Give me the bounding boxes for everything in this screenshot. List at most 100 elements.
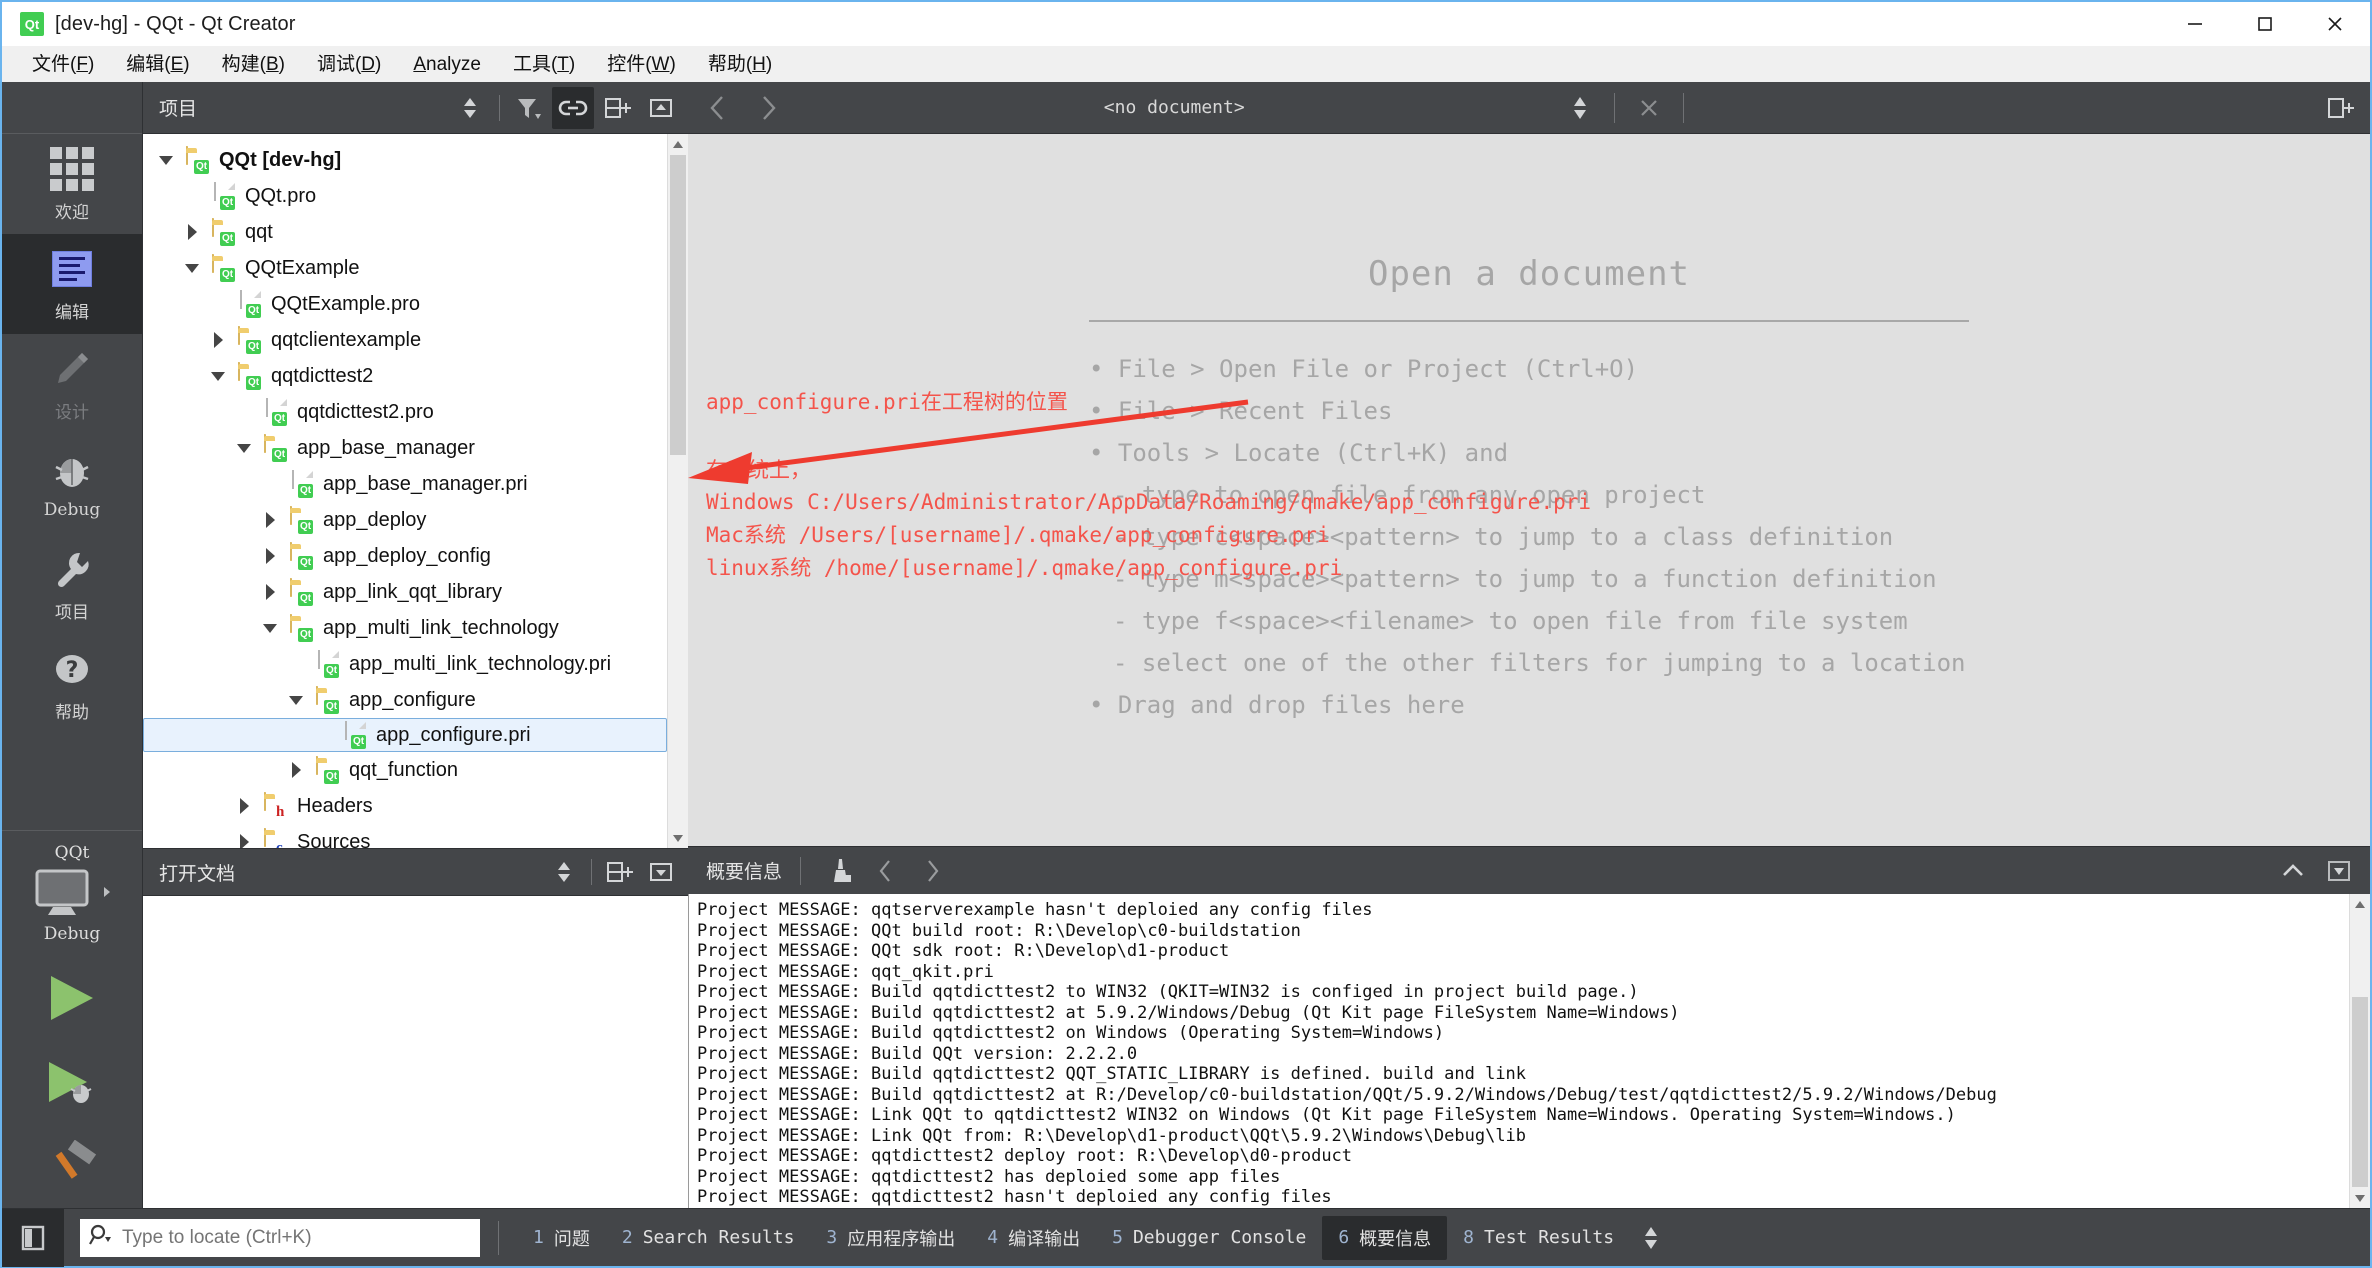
- scroll-thumb[interactable]: [2352, 997, 2368, 1187]
- scroll-up-icon[interactable]: [2350, 894, 2370, 915]
- tree-item[interactable]: Qt app_link_qqt_library: [143, 574, 667, 610]
- combo-arrows-icon[interactable]: [1630, 1217, 1672, 1259]
- tree-item[interactable]: Qt app_configure: [143, 682, 667, 718]
- kit-expand-arrow-icon[interactable]: [101, 885, 113, 904]
- open-documents-list[interactable]: [143, 896, 688, 1208]
- tree-item[interactable]: Qt QQt.pro: [143, 178, 667, 214]
- mode-item-projects[interactable]: 项目: [2, 534, 142, 634]
- split-icon[interactable]: [598, 851, 640, 893]
- split-icon[interactable]: [2316, 86, 2364, 130]
- menu-item-6[interactable]: 工具(T): [499, 49, 589, 80]
- minimize-icon[interactable]: [2160, 2, 2230, 46]
- forward-arrow-icon[interactable]: [744, 86, 792, 130]
- scroll-thumb[interactable]: [670, 155, 686, 455]
- debug-run-button[interactable]: [2, 1040, 142, 1124]
- chevron-right-icon[interactable]: [205, 327, 231, 353]
- tree-item[interactable]: Qt qqtdicttest2: [143, 358, 667, 394]
- sidebar-toggle-icon[interactable]: [2, 1208, 64, 1267]
- kit-selector[interactable]: QQt Debug: [2, 831, 142, 956]
- output-tab-2[interactable]: 2 Search Results: [606, 1218, 811, 1257]
- mode-item-welcome[interactable]: 欢迎: [2, 134, 142, 234]
- combo-arrows-icon[interactable]: [449, 87, 491, 129]
- chevron-right-icon[interactable]: [231, 829, 257, 848]
- tree-item[interactable]: Qt app_multi_link_technology.pri: [143, 646, 667, 682]
- chevron-right-icon[interactable]: [283, 757, 309, 783]
- close-icon[interactable]: [1625, 86, 1673, 130]
- clear-broom-icon[interactable]: [819, 850, 861, 892]
- menu-item-4[interactable]: 调试(D): [303, 49, 395, 80]
- tree-item[interactable]: Qt app_base_manager.pri: [143, 466, 667, 502]
- locator-box[interactable]: [80, 1218, 480, 1257]
- chevron-down-icon[interactable]: [153, 147, 179, 173]
- menu-item-8[interactable]: 帮助(H): [694, 49, 786, 80]
- tree-item[interactable]: Qt app_base_manager: [143, 430, 667, 466]
- search-input[interactable]: [122, 1226, 472, 1249]
- close-icon[interactable]: [2300, 2, 2370, 46]
- combo-arrows-icon[interactable]: [543, 851, 585, 893]
- maximize-icon[interactable]: [2230, 2, 2300, 46]
- split-icon[interactable]: [596, 87, 638, 129]
- prev-item-icon[interactable]: [865, 850, 907, 892]
- scroll-track[interactable]: [668, 155, 688, 827]
- chevron-right-icon[interactable]: [257, 579, 283, 605]
- chevron-right-icon[interactable]: [179, 219, 205, 245]
- editor-placeholder-area[interactable]: Open a document • File > Open File or Pr…: [688, 134, 2370, 846]
- menu-item-1[interactable]: 文件(F): [18, 49, 108, 80]
- console-scrollbar[interactable]: [2349, 894, 2370, 1208]
- tree-item[interactable]: Qt qqt: [143, 214, 667, 250]
- combo-arrows-icon[interactable]: [1556, 86, 1604, 130]
- chevron-right-icon[interactable]: [257, 543, 283, 569]
- output-tab-1[interactable]: 1 问题: [517, 1216, 606, 1260]
- tree-item[interactable]: Qt app_deploy: [143, 502, 667, 538]
- tree-item[interactable]: Qt qqtclientexample: [143, 322, 667, 358]
- menu-item-5[interactable]: Analyze: [399, 49, 495, 80]
- next-item-icon[interactable]: [911, 850, 953, 892]
- chevron-right-icon[interactable]: [257, 507, 283, 533]
- chevron-down-icon[interactable]: [257, 615, 283, 641]
- tree-item[interactable]: Qt app_deploy_config: [143, 538, 667, 574]
- tree-scrollbar[interactable]: [667, 134, 688, 848]
- mode-item-debug[interactable]: Debug: [2, 434, 142, 534]
- tree-item[interactable]: h Headers: [143, 788, 667, 824]
- tree-item[interactable]: Qt qqt_function: [143, 752, 667, 788]
- tree-item[interactable]: Qt QQtExample: [143, 250, 667, 286]
- chevron-down-icon[interactable]: [231, 435, 257, 461]
- scroll-track[interactable]: [2350, 915, 2370, 1187]
- filter-icon[interactable]: [508, 87, 550, 129]
- output-tab-5[interactable]: 5 Debugger Console: [1096, 1218, 1322, 1257]
- output-tab-4[interactable]: 4 编译输出: [971, 1216, 1096, 1260]
- scroll-down-icon[interactable]: [2350, 1187, 2370, 1208]
- build-button[interactable]: [2, 1124, 142, 1208]
- tree-item[interactable]: Qt app_multi_link_technology: [143, 610, 667, 646]
- output-tab-8[interactable]: 8 Test Results: [1447, 1218, 1630, 1257]
- output-tab-3[interactable]: 3 应用程序输出: [810, 1216, 971, 1260]
- tree-item[interactable]: c Sources: [143, 824, 667, 848]
- maximize-pane-icon[interactable]: [2318, 850, 2360, 892]
- menu-item-2[interactable]: 编辑(E): [112, 49, 203, 80]
- tree-item[interactable]: Qt QQtExample.pro: [143, 286, 667, 322]
- back-arrow-icon[interactable]: [694, 86, 742, 130]
- mode-item-help[interactable]: ? 帮助: [2, 634, 142, 734]
- close-split-icon[interactable]: [640, 851, 682, 893]
- run-button[interactable]: [2, 956, 142, 1040]
- tree-item-selected[interactable]: Qt app_configure.pri: [143, 718, 667, 752]
- tree-item[interactable]: Qt qqtdicttest2.pro: [143, 394, 667, 430]
- chevron-down-icon[interactable]: [283, 687, 309, 713]
- scroll-up-icon[interactable]: [668, 134, 688, 155]
- close-split-icon[interactable]: [640, 87, 682, 129]
- mode-item-design[interactable]: 设计: [2, 334, 142, 434]
- collapse-icon[interactable]: [2272, 850, 2314, 892]
- output-console[interactable]: Project MESSAGE: qqtserverexample hasn't…: [688, 894, 2370, 1208]
- output-tab-6[interactable]: 6 概要信息: [1322, 1215, 1448, 1260]
- scroll-down-icon[interactable]: [668, 827, 688, 848]
- project-tree[interactable]: Qt QQt [dev-hg] Qt QQt.pro Qt qqt Qt QQtExample…: [143, 134, 688, 848]
- chevron-down-icon[interactable]: [179, 255, 205, 281]
- chevron-down-icon[interactable]: [205, 363, 231, 389]
- menu-item-3[interactable]: 构建(B): [208, 49, 299, 80]
- menu-item-7[interactable]: 控件(W): [593, 49, 690, 80]
- tree-item[interactable]: Qt QQt [dev-hg]: [143, 142, 667, 178]
- folder-icon: Qt: [290, 578, 316, 606]
- mode-item-edit[interactable]: 编辑: [2, 234, 142, 334]
- chevron-right-icon[interactable]: [231, 793, 257, 819]
- link-icon[interactable]: [552, 86, 594, 129]
